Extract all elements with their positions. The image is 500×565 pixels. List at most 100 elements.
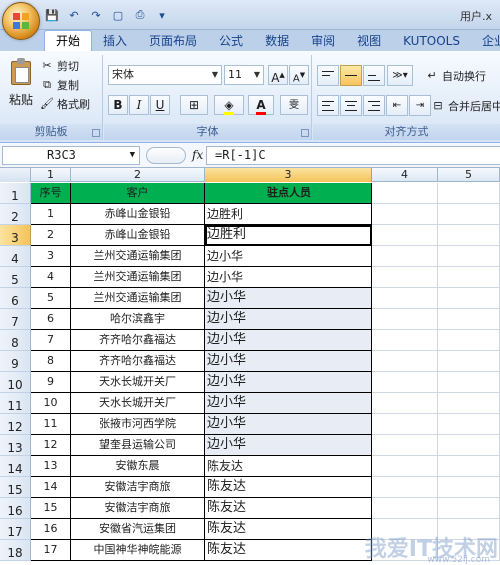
cell-staff[interactable]: 边小华 (205, 330, 372, 351)
column-header[interactable]: 4 (372, 168, 438, 182)
cell[interactable] (438, 183, 500, 204)
cell[interactable] (372, 351, 438, 372)
cell-no[interactable]: 1 (31, 204, 71, 225)
decrease-indent-button[interactable]: ⇤ (386, 95, 408, 116)
cell-customer[interactable]: 兰州交通运输集团 (71, 288, 205, 309)
cell[interactable] (372, 435, 438, 456)
cell-no[interactable]: 8 (31, 351, 71, 372)
align-top-button[interactable] (317, 65, 339, 86)
cut-button[interactable]: ✂ 剪切 (40, 57, 79, 74)
cell[interactable] (372, 225, 438, 246)
formula-input[interactable]: =R[-1]C (206, 146, 500, 165)
row-header[interactable]: 12 (0, 414, 31, 435)
cell-customer[interactable]: 安徽省汽运集团 (71, 519, 205, 540)
cell[interactable] (438, 225, 500, 246)
cell[interactable] (438, 267, 500, 288)
tab-enterprise[interactable]: 企业 (471, 32, 500, 51)
cell-staff[interactable]: 边小华 (205, 246, 372, 267)
row-header[interactable]: 15 (0, 477, 31, 498)
cell-staff[interactable]: 边小华 (205, 351, 372, 372)
row-header[interactable]: 2 (0, 204, 31, 225)
column-header-selected[interactable]: 3 (205, 168, 372, 182)
tab-kutools[interactable]: KUTOOLS (392, 32, 471, 51)
clipboard-launcher-icon[interactable] (92, 129, 100, 137)
cell-customer[interactable]: 安徽洁宇商旅 (71, 477, 205, 498)
copy-button[interactable]: ⧉ 复制 (40, 76, 79, 93)
cell-staff[interactable]: 陈友达 (205, 498, 372, 519)
cell[interactable] (438, 204, 500, 225)
phonetic-button[interactable]: 雯 (280, 95, 308, 115)
print-preview-icon[interactable]: ⎙ (132, 7, 148, 23)
cell-staff[interactable]: 边胜利 (205, 204, 372, 225)
cell[interactable] (372, 330, 438, 351)
cell[interactable] (372, 204, 438, 225)
shrink-font-button[interactable]: A▼ (289, 65, 309, 85)
row-header[interactable]: 17 (0, 519, 31, 540)
row-header[interactable]: 16 (0, 498, 31, 519)
cell-staff[interactable]: 边小华 (205, 393, 372, 414)
cell-staff[interactable]: 陈友达 (205, 519, 372, 540)
tab-page-layout[interactable]: 页面布局 (138, 32, 208, 51)
wrap-text-button[interactable]: ↵ 自动换行 (425, 67, 486, 84)
cell[interactable] (372, 456, 438, 477)
tab-view[interactable]: 视图 (346, 32, 392, 51)
font-size-combo[interactable]: 11 ▼ (224, 65, 264, 85)
cell-no[interactable]: 7 (31, 330, 71, 351)
cell-staff[interactable]: 陈友达 (205, 456, 372, 477)
cell-customer[interactable]: 齐齐哈尔鑫福达 (71, 351, 205, 372)
font-color-button[interactable]: A (248, 95, 274, 115)
row-header[interactable]: 4 (0, 246, 31, 267)
cell-customer[interactable]: 天水长城开关厂 (71, 372, 205, 393)
cell-staff[interactable]: 边小华 (205, 414, 372, 435)
header-cell-staff[interactable]: 驻点人员 (205, 183, 372, 204)
fill-color-button[interactable]: ◈ (214, 95, 244, 115)
cell-no[interactable]: 4 (31, 267, 71, 288)
column-header[interactable]: 5 (438, 168, 500, 182)
cell[interactable] (438, 351, 500, 372)
cell-staff[interactable]: 边小华 (205, 288, 372, 309)
align-center-button[interactable] (340, 95, 362, 116)
cell-customer[interactable]: 安徽洁宇商旅 (71, 498, 205, 519)
cell[interactable] (438, 414, 500, 435)
cell-no[interactable]: 17 (31, 540, 71, 561)
cell-no[interactable]: 14 (31, 477, 71, 498)
cell[interactable] (438, 246, 500, 267)
cell-staff[interactable]: 边小华 (205, 435, 372, 456)
cell[interactable] (372, 267, 438, 288)
cell-staff[interactable]: 边小华 (205, 267, 372, 288)
cell-staff[interactable]: 边小华 (205, 372, 372, 393)
cell-no[interactable]: 2 (31, 225, 71, 246)
cell[interactable] (438, 477, 500, 498)
cell[interactable] (372, 372, 438, 393)
row-header[interactable]: 11 (0, 393, 31, 414)
cell-no[interactable]: 12 (31, 435, 71, 456)
row-header[interactable]: 5 (0, 267, 31, 288)
paste-button[interactable]: 粘贴 (6, 57, 36, 108)
font-name-combo[interactable]: 宋体 ▼ (108, 65, 222, 85)
row-header[interactable]: 14 (0, 456, 31, 477)
save-icon[interactable]: 💾 (44, 7, 60, 23)
cell[interactable] (372, 309, 438, 330)
cell-no[interactable]: 5 (31, 288, 71, 309)
merge-center-button[interactable]: ⊟ 合并后居中 (431, 97, 500, 114)
cell-customer[interactable]: 安徽东晨 (71, 456, 205, 477)
row-header[interactable]: 7 (0, 309, 31, 330)
cell[interactable] (372, 477, 438, 498)
undo-icon[interactable]: ↶ (66, 7, 82, 23)
row-header[interactable]: 9 (0, 351, 31, 372)
cell[interactable] (438, 456, 500, 477)
header-cell-no[interactable]: 序号 (31, 183, 71, 204)
cell-staff[interactable]: 边小华 (205, 309, 372, 330)
cell[interactable] (438, 498, 500, 519)
cell-staff[interactable]: 陈友达 (205, 540, 372, 561)
row-header[interactable]: 10 (0, 372, 31, 393)
borders-button[interactable]: ⊞ (180, 95, 208, 115)
row-header[interactable]: 18 (0, 540, 31, 561)
bold-button[interactable]: B (108, 95, 128, 115)
cell[interactable] (438, 435, 500, 456)
name-box[interactable]: R3C3 ▼ (2, 146, 140, 165)
cell-customer[interactable]: 兰州交通运输集团 (71, 267, 205, 288)
cell[interactable] (438, 330, 500, 351)
underline-button[interactable]: U (150, 95, 170, 115)
increase-indent-button[interactable]: ⇥ (409, 95, 431, 116)
